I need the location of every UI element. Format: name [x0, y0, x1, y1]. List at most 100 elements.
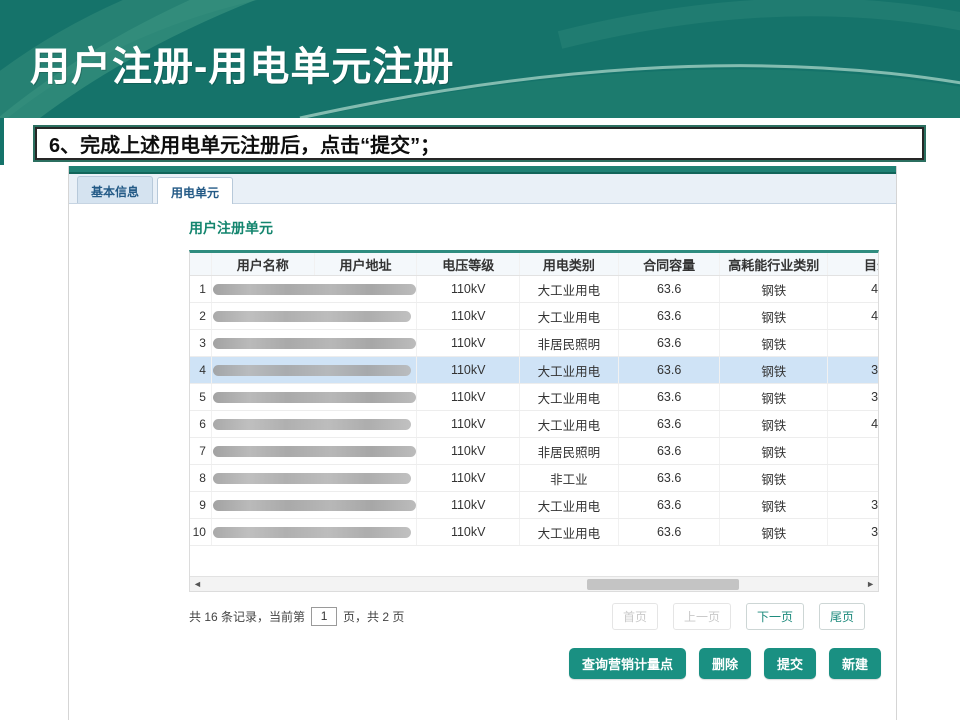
- table-row[interactable]: 8 110kV 非工业 63.6 钢铁 5: [190, 465, 878, 492]
- tab-power-unit[interactable]: 用电单元: [157, 177, 233, 204]
- col-header-address: 用户地址: [315, 253, 418, 275]
- table-row-selected[interactable]: 4 110kV 大工业用电 63.6 钢铁 33: [190, 357, 878, 384]
- cell-voltage: 110kV: [417, 384, 520, 410]
- cell-catalog: 33: [828, 384, 878, 410]
- redacted-name-address: [212, 330, 417, 356]
- cell-voltage: 110kV: [417, 438, 520, 464]
- cell-category: 非居民照明: [520, 438, 619, 464]
- cell-voltage: 110kV: [417, 276, 520, 302]
- table-row[interactable]: 7 110kV 非居民照明 63.6 钢铁 5: [190, 438, 878, 465]
- cell-industry: 钢铁: [720, 438, 828, 464]
- table-empty-space: [190, 546, 878, 576]
- redacted-name-address: [212, 384, 417, 410]
- submit-button[interactable]: 提交: [764, 648, 816, 679]
- blur-bar: [213, 500, 416, 511]
- scrollbar-thumb[interactable]: [587, 579, 739, 590]
- banner-left-sliver: [0, 118, 4, 165]
- col-header-name: 用户名称: [212, 253, 315, 275]
- blur-bar: [213, 365, 411, 376]
- redacted-name-address: [212, 276, 417, 302]
- table-row[interactable]: 9 110kV 大工业用电 63.6 钢铁 33: [190, 492, 878, 519]
- row-index: 2: [190, 303, 212, 329]
- last-page-button[interactable]: 尾页: [819, 603, 865, 630]
- blur-bar: [213, 392, 416, 403]
- slide: 用户注册-用电单元注册 6、完成上述用电单元注册后，点击“提交”； 基本信息 用…: [0, 0, 960, 720]
- cell-capacity: 63.6: [619, 357, 721, 383]
- cell-catalog: 42: [828, 411, 878, 437]
- tab-basic-info[interactable]: 基本信息: [77, 176, 153, 203]
- cell-industry: 钢铁: [720, 303, 828, 329]
- row-index: 9: [190, 492, 212, 518]
- blur-bar: [213, 419, 411, 430]
- row-index: 8: [190, 465, 212, 491]
- redacted-name-address: [212, 519, 417, 545]
- cell-catalog: 33: [828, 492, 878, 518]
- record-summary-prefix: 共 16 条记录，当前第: [189, 608, 305, 625]
- record-summary: 共 16 条记录，当前第 页，共 2 页: [189, 607, 404, 626]
- scroll-left-icon[interactable]: ◄: [193, 578, 202, 591]
- row-index: 3: [190, 330, 212, 356]
- redacted-name-address: [212, 357, 417, 383]
- cell-capacity: 63.6: [619, 519, 721, 545]
- table-row[interactable]: 2 110kV 大工业用电 63.6 钢铁 40: [190, 303, 878, 330]
- cell-capacity: 63.6: [619, 411, 721, 437]
- cell-voltage: 110kV: [417, 519, 520, 545]
- cell-capacity: 63.6: [619, 276, 721, 302]
- record-summary-suffix: 页，共 2 页: [343, 608, 404, 625]
- cell-category: 大工业用电: [520, 519, 619, 545]
- col-header-catalog: 目录: [828, 253, 878, 275]
- row-index: 5: [190, 384, 212, 410]
- horizontal-scrollbar[interactable]: ◄ ►: [190, 576, 878, 591]
- col-header-category: 用电类别: [520, 253, 619, 275]
- cell-voltage: 110kV: [417, 492, 520, 518]
- cell-catalog: 33: [828, 357, 878, 383]
- cell-catalog: 40: [828, 303, 878, 329]
- blur-bar: [213, 338, 416, 349]
- cell-voltage: 110kV: [417, 465, 520, 491]
- cell-capacity: 63.6: [619, 465, 721, 491]
- table-row[interactable]: 6 110kV 大工业用电 63.6 钢铁 42: [190, 411, 878, 438]
- new-button[interactable]: 新建: [829, 648, 881, 679]
- next-page-button[interactable]: 下一页: [746, 603, 804, 630]
- delete-button[interactable]: 删除: [699, 648, 751, 679]
- page-title: 用户注册-用电单元注册: [30, 34, 454, 92]
- cell-category: 非居民照明: [520, 330, 619, 356]
- cell-industry: 钢铁: [720, 519, 828, 545]
- cell-industry: 钢铁: [720, 465, 828, 491]
- page-number-input[interactable]: [311, 607, 337, 626]
- redacted-name-address: [212, 411, 417, 437]
- row-index: 10: [190, 519, 212, 545]
- cell-catalog: 5: [828, 465, 878, 491]
- redacted-name-address: [212, 303, 417, 329]
- cell-industry: 钢铁: [720, 357, 828, 383]
- instruction-box-inner: 6、完成上述用电单元注册后，点击“提交”；: [35, 127, 924, 160]
- cell-catalog: 33: [828, 519, 878, 545]
- cell-industry: 钢铁: [720, 384, 828, 410]
- cell-category: 大工业用电: [520, 303, 619, 329]
- table-row[interactable]: 10 110kV 大工业用电 63.6 钢铁 33: [190, 519, 878, 546]
- first-page-button[interactable]: 首页: [612, 603, 658, 630]
- tab-bar: 基本信息 用电单元: [69, 174, 896, 204]
- table-row[interactable]: 3 110kV 非居民照明 63.6 钢铁 5: [190, 330, 878, 357]
- query-metering-points-button[interactable]: 查询营销计量点: [569, 648, 686, 679]
- registration-table: 用户名称 用户地址 电压等级 用电类别 合同容量 高耗能行业类别 目录 1 11…: [189, 250, 879, 592]
- redacted-name-address: [212, 438, 417, 464]
- row-index: 4: [190, 357, 212, 383]
- section-heading: 用户注册单元: [189, 218, 273, 238]
- cell-category: 大工业用电: [520, 492, 619, 518]
- table-row[interactable]: 1 110kV 大工业用电 63.6 钢铁 42: [190, 276, 878, 303]
- row-index: 6: [190, 411, 212, 437]
- table-header-row: 用户名称 用户地址 电压等级 用电类别 合同容量 高耗能行业类别 目录: [190, 253, 878, 276]
- instruction-box: 6、完成上述用电单元注册后，点击“提交”；: [33, 125, 926, 162]
- table-row[interactable]: 5 110kV 大工业用电 63.6 钢铁 33: [190, 384, 878, 411]
- cell-category: 大工业用电: [520, 411, 619, 437]
- scroll-right-icon[interactable]: ►: [866, 578, 875, 591]
- cell-capacity: 63.6: [619, 492, 721, 518]
- action-button-bar: 查询营销计量点 删除 提交 新建: [189, 648, 881, 679]
- col-header-industry: 高耗能行业类别: [720, 253, 828, 275]
- blur-bar: [213, 527, 411, 538]
- cell-capacity: 63.6: [619, 330, 721, 356]
- cell-capacity: 63.6: [619, 303, 721, 329]
- prev-page-button[interactable]: 上一页: [673, 603, 731, 630]
- blur-bar: [213, 284, 416, 295]
